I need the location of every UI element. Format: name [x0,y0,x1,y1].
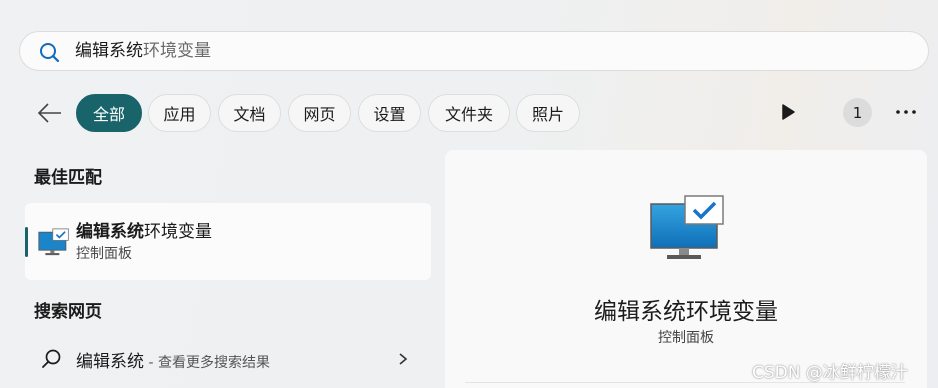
watermark: CSDN @冰鲜柠檬汁 [752,363,908,383]
play-icon[interactable] [780,103,796,121]
tab-settings[interactable]: 设置 [358,94,421,132]
chevron-right-icon[interactable] [396,351,410,367]
best-match-heading: 最佳匹配 [34,168,102,188]
best-match-subtitle: 控制面板 [76,246,132,262]
search-input[interactable]: 编辑系统环境变量 [75,40,211,62]
control-panel-monitor-icon [38,228,69,256]
web-search-hint: - 查看更多搜索结果 [144,355,270,371]
preview-title: 编辑系统环境变量 [594,299,778,325]
web-search-text: 编辑系统 - 查看更多搜索结果 [76,347,270,372]
search-icon [40,43,60,63]
search-typed-text: 编辑系统 [75,41,143,61]
search-completion-text: 环境变量 [143,41,211,61]
best-match-name-bold: 编辑系统 [76,222,144,242]
preview-pane: 编辑系统环境变量 控制面板 [445,150,927,388]
web-search-result[interactable]: 编辑系统 - 查看更多搜索结果 [25,340,431,380]
tab-photos[interactable]: 照片 [516,94,580,132]
tab-all[interactable]: 全部 [76,94,142,132]
selection-indicator [25,227,28,257]
tab-folders[interactable]: 文件夹 [428,94,510,132]
preview-subtitle: 控制面板 [658,330,714,346]
best-match-name-rest: 环境变量 [144,222,212,242]
web-search-query: 编辑系统 [76,352,144,372]
best-match-name: 编辑系统环境变量 [76,217,212,242]
search-box[interactable]: 编辑系统环境变量 [19,31,929,71]
search-icon [42,349,61,368]
best-match-result[interactable]: 编辑系统环境变量 控制面板 [25,203,431,280]
tab-web[interactable]: 网页 [288,94,351,132]
control-panel-monitor-icon [650,195,724,259]
back-arrow-icon[interactable] [36,99,64,127]
tab-apps[interactable]: 应用 [148,94,211,132]
count-badge[interactable]: 1 [843,98,872,127]
search-web-heading: 搜索网页 [34,302,102,322]
tab-documents[interactable]: 文档 [218,94,281,132]
more-icon[interactable] [893,103,919,121]
